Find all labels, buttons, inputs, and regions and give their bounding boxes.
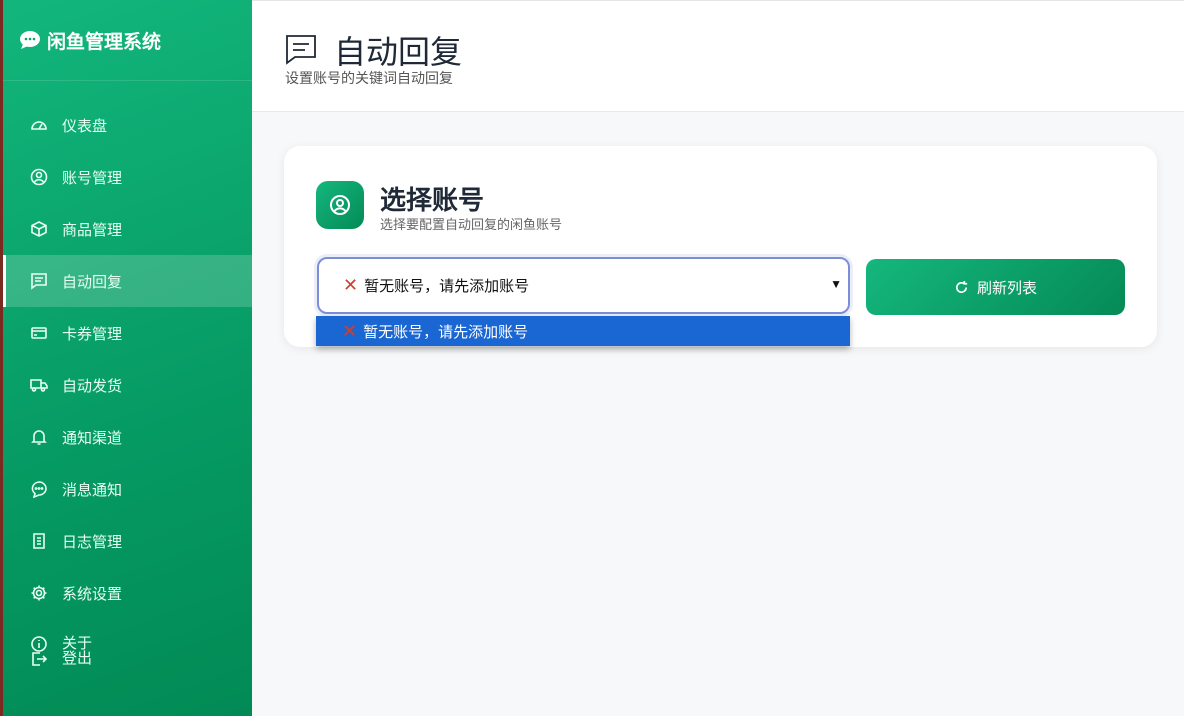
sidebar-item-accounts[interactable]: 账号管理 <box>3 151 252 203</box>
sidebar-item-settings[interactable]: 系统设置 <box>3 567 252 619</box>
box-icon <box>31 221 47 237</box>
chat-bubble-icon <box>20 31 40 49</box>
sidebar-item-label: 自动回复 <box>62 273 123 291</box>
select-option[interactable]: ✕ 暂无账号，请先添加账号 <box>316 316 850 346</box>
sidebar-item-label: 自动发货 <box>62 377 123 395</box>
cross-mark-icon: ✕ <box>343 275 359 295</box>
sidebar-item-notify-channels[interactable]: 通知渠道 <box>3 411 252 463</box>
chevron-down-icon: ▼ <box>830 277 842 291</box>
brand: 闲鱼管理系统 <box>3 0 252 81</box>
sidebar-item-label: 消息通知 <box>62 481 123 499</box>
refresh-icon <box>955 280 968 293</box>
gear-icon <box>31 585 47 601</box>
user-circle-icon <box>30 168 48 186</box>
chat-icon <box>286 35 316 65</box>
card-icon <box>31 327 47 339</box>
sidebar-item-auto-delivery[interactable]: 自动发货 <box>3 359 252 411</box>
chat-icon <box>31 273 47 290</box>
log-icon <box>33 533 45 549</box>
truck-icon <box>30 379 48 392</box>
sidebar-item-logs[interactable]: 日志管理 <box>3 515 252 567</box>
sidebar-item-products[interactable]: 商品管理 <box>3 203 252 255</box>
card-subtitle: 选择要配置自动回复的闲鱼账号 <box>380 217 563 232</box>
page-title: 自动回复 <box>334 34 463 70</box>
sidebar-item-label: 仪表盘 <box>62 117 108 135</box>
sidebar-item-label: 卡券管理 <box>62 325 123 343</box>
page-header: 自动回复 设置账号的关键词自动回复 <box>252 0 1184 112</box>
logout-label: 登出 <box>62 650 93 667</box>
logout-icon <box>32 651 48 666</box>
message-icon <box>31 481 47 498</box>
sidebar-item-logout[interactable]: 登出 <box>30 651 92 666</box>
account-select[interactable]: ✕ 暂无账号，请先添加账号 ▼ <box>317 257 850 314</box>
cross-mark-icon: ✕ <box>342 320 358 341</box>
sidebar-item-label: 商品管理 <box>62 221 123 239</box>
sidebar-item-label: 通知渠道 <box>62 429 123 447</box>
about-label: 关于 <box>62 635 93 652</box>
sidebar-item-auto-reply[interactable]: 自动回复 <box>3 255 252 307</box>
sidebar-item-label: 账号管理 <box>62 169 123 187</box>
user-circle-icon <box>316 181 364 229</box>
sidebar-item-dashboard[interactable]: 仪表盘 <box>3 99 252 151</box>
sidebar-item-label: 日志管理 <box>62 533 123 551</box>
sidebar-item-cards[interactable]: 卡券管理 <box>3 307 252 359</box>
select-value: 暂无账号，请先添加账号 <box>364 278 530 295</box>
sidebar-item-messages[interactable]: 消息通知 <box>3 463 252 515</box>
sidebar-item-label: 系统设置 <box>62 585 123 603</box>
brand-title: 闲鱼管理系统 <box>47 31 162 53</box>
bell-icon <box>31 430 47 445</box>
refresh-label: 刷新列表 <box>976 279 1037 297</box>
page-subtitle: 设置账号的关键词自动回复 <box>285 70 453 86</box>
refresh-button[interactable]: 刷新列表 <box>866 259 1125 315</box>
sidebar: 闲鱼管理系统 仪表盘 账号管理 商品管理 自动回复 卡券管理 自动发货 通知渠道… <box>0 0 252 716</box>
dashboard-icon <box>31 121 47 130</box>
option-label: 暂无账号，请先添加账号 <box>363 323 529 341</box>
card-title: 选择账号 <box>380 185 485 215</box>
